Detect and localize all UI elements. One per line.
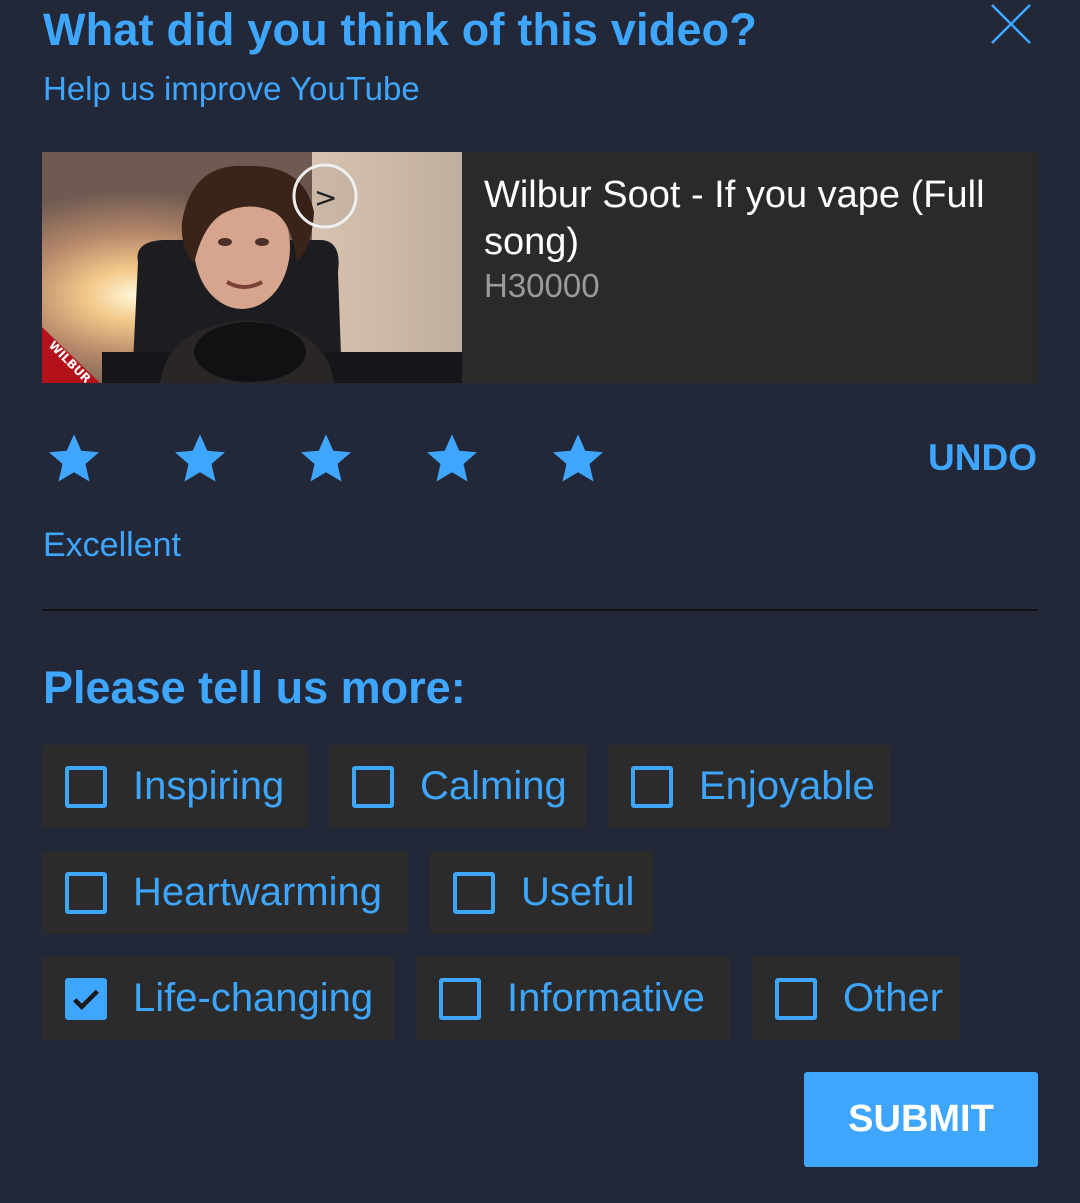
divider — [42, 609, 1038, 611]
option-inspiring[interactable]: Inspiring — [42, 745, 307, 828]
option-informative[interactable]: Informative — [416, 957, 730, 1040]
dialog-subtitle: Help us improve YouTube — [43, 70, 420, 107]
checkbox-icon[interactable] — [453, 871, 495, 914]
rating-label: Excellent — [43, 526, 181, 564]
checkbox-icon[interactable] — [65, 871, 107, 914]
dialog-title: What did you think of this video? — [43, 4, 758, 55]
option-other[interactable]: Other — [752, 957, 960, 1040]
close-icon — [991, 4, 1031, 44]
video-title: Wilbur Soot - If you vape (Full song) — [484, 174, 985, 263]
option-label: Calming — [420, 764, 567, 808]
option-label: Enjoyable — [699, 764, 875, 808]
option-calming[interactable]: Calming — [329, 745, 586, 828]
checkbox-icon[interactable] — [439, 977, 481, 1020]
video-view-count: H30000 — [484, 267, 600, 304]
option-life-changing[interactable]: Life-changing — [42, 957, 394, 1040]
option-label: Inspiring — [133, 764, 285, 808]
checkbox-checked-icon[interactable] — [65, 977, 107, 1020]
video-card: > WILBUR Wilbur Soot - If you vape (Full… — [42, 152, 1038, 383]
undo-button[interactable]: UNDO — [928, 437, 1037, 479]
star-3-icon[interactable] — [296, 428, 356, 488]
svg-text:>: > — [314, 181, 337, 214]
submit-button[interactable]: SUBMIT — [804, 1072, 1038, 1167]
option-label: Informative — [507, 976, 705, 1020]
checkbox-icon[interactable] — [775, 977, 817, 1020]
option-enjoyable[interactable]: Enjoyable — [608, 745, 890, 828]
option-label: Useful — [521, 870, 635, 914]
option-label: Life-changing — [133, 976, 374, 1020]
star-1-icon[interactable] — [44, 428, 104, 488]
checkbox-icon[interactable] — [65, 765, 107, 808]
star-5-icon[interactable] — [548, 428, 608, 488]
feedback-heading: Please tell us more: — [43, 662, 466, 713]
star-4-icon[interactable] — [422, 428, 482, 488]
star-2-icon[interactable] — [170, 428, 230, 488]
option-heartwarming[interactable]: Heartwarming — [42, 851, 408, 934]
option-label: Other — [843, 976, 944, 1020]
video-thumbnail: > WILBUR — [42, 152, 462, 383]
option-useful[interactable]: Useful — [430, 851, 653, 934]
checkbox-icon[interactable] — [352, 765, 394, 808]
option-label: Heartwarming — [133, 870, 382, 914]
close-button[interactable] — [988, 2, 1034, 46]
checkbox-icon[interactable] — [631, 765, 673, 808]
